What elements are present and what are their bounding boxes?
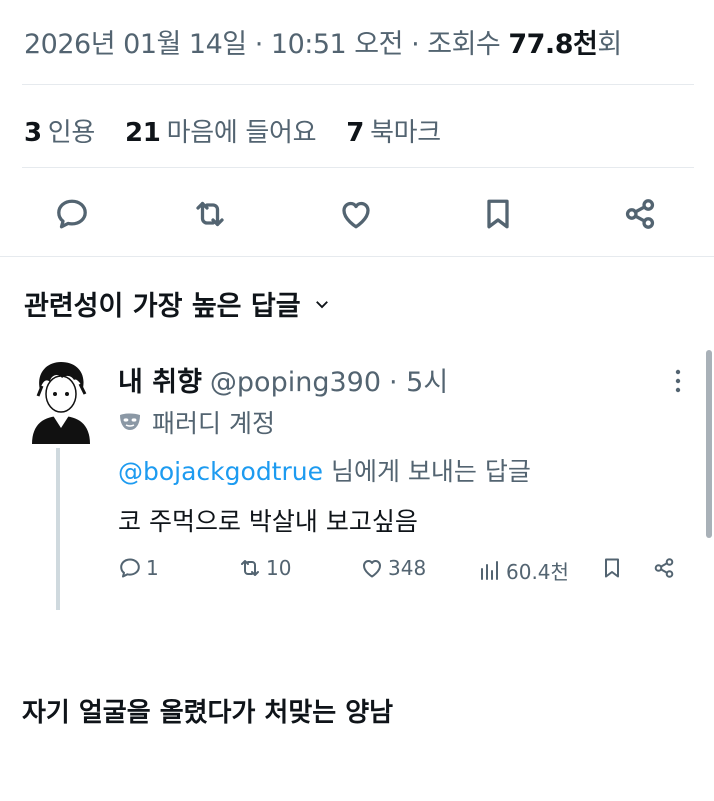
reply-reply-button[interactable]: 1 — [118, 556, 159, 580]
bookmark-icon — [487, 199, 509, 229]
views-count: 60.4천 — [506, 560, 569, 584]
views-suffix: 회 — [597, 29, 622, 60]
like-count: 348 — [388, 556, 427, 580]
parody-badge: 패러디 계정 — [118, 404, 275, 440]
reply-sort-dropdown[interactable]: 관련성이 가장 높은 답글 — [24, 284, 331, 323]
divider — [0, 256, 714, 257]
reply-count: 1 — [146, 556, 159, 580]
meta-separator: · — [411, 29, 428, 60]
replying-to-line: @bojackgodtrue 님에게 보내는 답글 — [118, 452, 531, 488]
author-name[interactable]: 내 취향 — [118, 360, 202, 399]
divider — [22, 84, 694, 85]
parody-label: 패러디 계정 — [152, 409, 275, 438]
reply-icon — [120, 558, 140, 578]
reply-sort-label: 관련성이 가장 높은 답글 — [24, 291, 301, 322]
engagement-stats: 3 인용 21 마음에 들어요 7 북마크 — [24, 112, 463, 149]
reply-retweet-button[interactable]: 10 — [238, 556, 291, 580]
mask-icon — [120, 413, 140, 430]
reply-button[interactable] — [52, 194, 92, 234]
reply-text: 코 주먹으로 박살내 보고싶음 — [118, 507, 418, 536]
retweet-count: 10 — [266, 556, 292, 580]
views-icon — [481, 560, 498, 580]
more-options-icon[interactable] — [670, 366, 686, 396]
divider — [22, 167, 694, 168]
likes-count[interactable]: 21 — [125, 118, 161, 148]
post-caption: 자기 얼굴을 올렸다가 처맞는 양남 — [22, 698, 394, 728]
retweet-icon — [241, 560, 259, 576]
avatar-illustration — [32, 362, 90, 444]
retweet-button[interactable] — [190, 194, 230, 234]
retweet-icon — [196, 201, 224, 227]
like-button[interactable] — [336, 194, 376, 234]
thread-line — [56, 448, 60, 610]
views-prefix: 조회수 — [427, 29, 501, 60]
views-count: 77.8천 — [508, 29, 598, 60]
tweet-date: 2026년 01월 14일 — [24, 29, 247, 60]
reply-icon — [57, 199, 87, 229]
likes-label[interactable]: 마음에 들어요 — [167, 118, 317, 148]
replying-to-suffix: 님에게 보내는 답글 — [323, 457, 531, 486]
share-button[interactable] — [620, 194, 660, 234]
reply-bookmark-button[interactable] — [600, 556, 624, 580]
bookmark-button[interactable] — [478, 194, 518, 234]
reply-timestamp[interactable]: · 5시 — [389, 360, 448, 399]
reply-views-button[interactable]: 60.4천 — [478, 556, 569, 585]
like-icon — [363, 560, 381, 578]
author-handle[interactable]: @poping390 — [210, 367, 381, 398]
quotes-label[interactable]: 인용 — [48, 118, 96, 148]
avatar[interactable] — [30, 356, 92, 444]
chevron-down-icon — [315, 300, 328, 308]
bookmarks-count[interactable]: 7 — [346, 118, 364, 148]
like-icon — [342, 201, 370, 229]
bookmark-icon — [605, 558, 619, 578]
share-icon — [625, 199, 655, 229]
tweet-time: 10:51 오전 — [270, 29, 404, 60]
scrollbar[interactable] — [706, 350, 712, 538]
bookmarks-label[interactable]: 북마크 — [370, 118, 441, 148]
mention-link[interactable]: @bojackgodtrue — [118, 457, 323, 486]
tweet-meta: 2026년 01월 14일 · 10:51 오전 · 조회수 77.8천회 — [24, 22, 622, 61]
reply-author-row: 내 취향 @poping390 · 5시 — [118, 360, 448, 399]
quotes-count[interactable]: 3 — [24, 118, 42, 148]
reply-share-button[interactable] — [652, 556, 676, 580]
reply-like-button[interactable]: 348 — [360, 556, 426, 580]
meta-separator: · — [254, 29, 271, 60]
share-icon — [654, 558, 674, 578]
